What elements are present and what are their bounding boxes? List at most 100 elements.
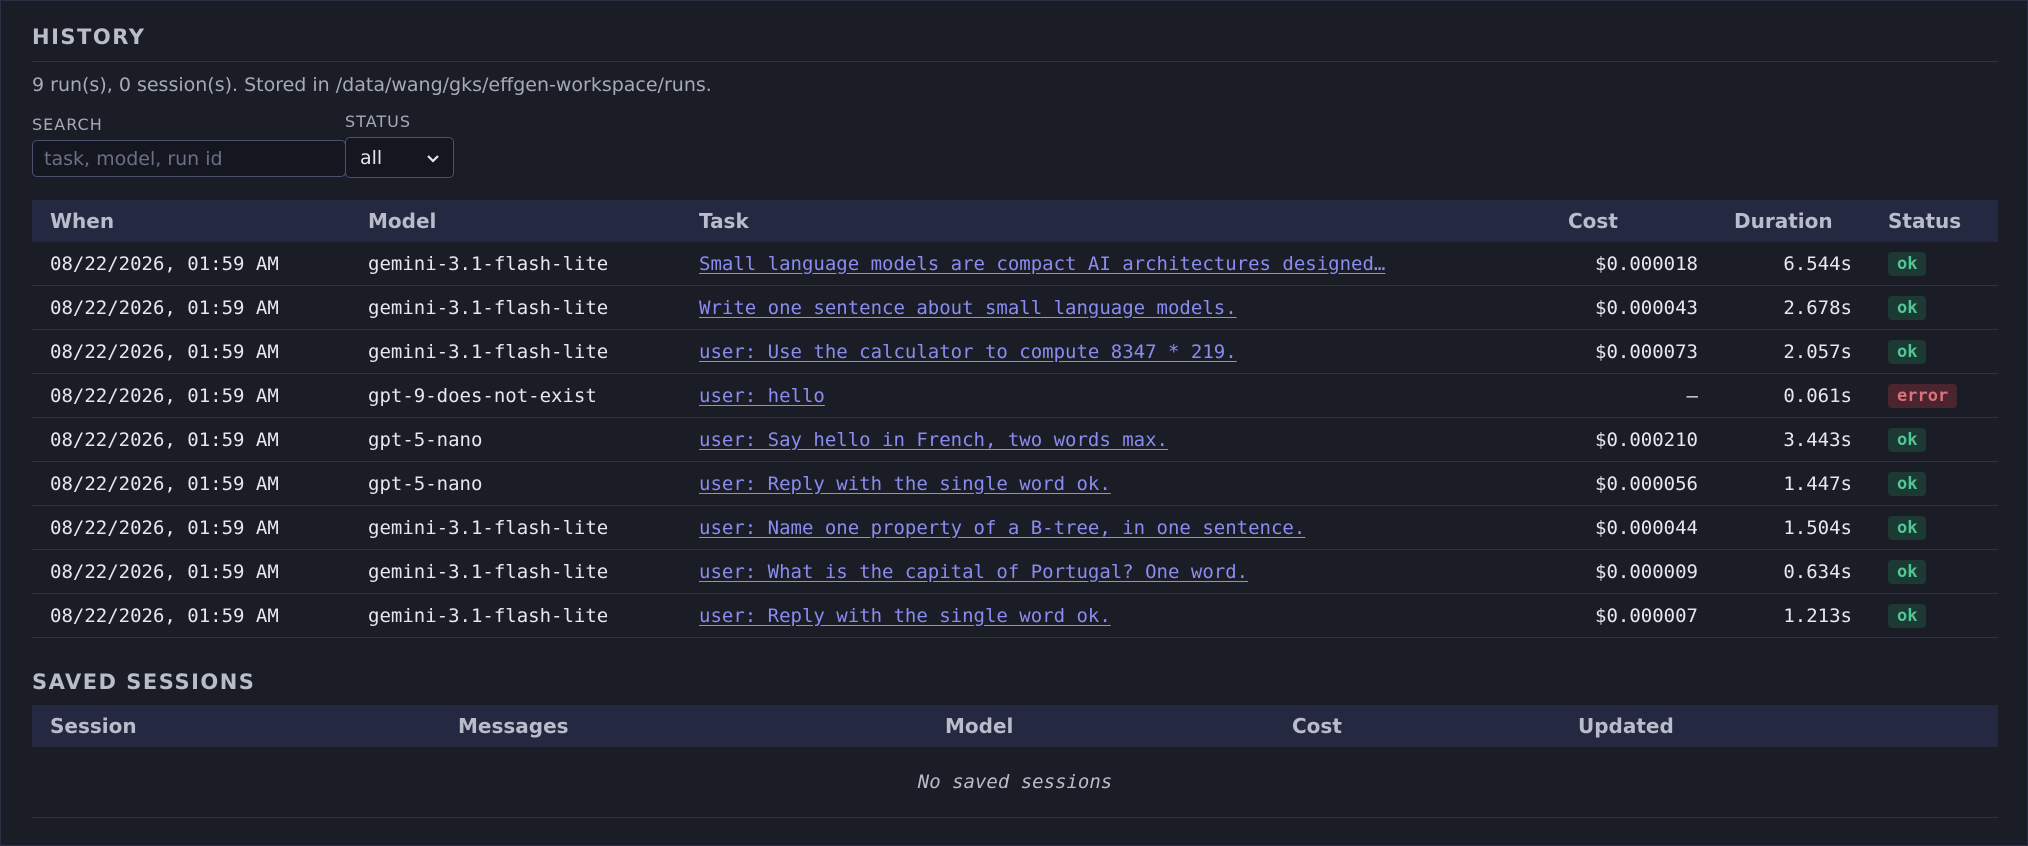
col-session-cost[interactable]: Cost xyxy=(1274,705,1560,747)
table-row[interactable]: 08/22/2026, 01:59 AM gemini-3.1-flash-lit… xyxy=(32,242,1998,286)
status-badge: ok xyxy=(1888,295,1927,320)
col-messages[interactable]: Messages xyxy=(440,705,927,747)
cell-duration: 6.544s xyxy=(1716,242,1870,286)
task-link[interactable]: user: What is the capital of Portugal? O… xyxy=(699,561,1248,583)
cell-model: gemini-3.1-flash-lite xyxy=(350,593,681,638)
status-select[interactable]: all xyxy=(345,137,454,178)
task-link[interactable]: user: Use the calculator to compute 8347… xyxy=(699,341,1237,363)
cell-duration: 1.447s xyxy=(1716,461,1870,506)
history-summary: 9 run(s), 0 session(s). Stored in /data/… xyxy=(32,74,712,96)
col-duration[interactable]: Duration xyxy=(1716,200,1870,242)
sessions-empty-row: No saved sessions xyxy=(32,747,1998,818)
cell-status: error xyxy=(1870,373,1998,418)
task-link[interactable]: user: Reply with the single word ok. xyxy=(699,473,1111,495)
cell-task: user: What is the capital of Portugal? O… xyxy=(681,549,1550,594)
cell-cost: $0.000056 xyxy=(1550,461,1716,506)
cell-when: 08/22/2026, 01:59 AM xyxy=(32,329,350,374)
cell-when: 08/22/2026, 01:59 AM xyxy=(32,549,350,594)
status-badge: error xyxy=(1888,383,1958,408)
cell-cost: $0.000210 xyxy=(1550,417,1716,462)
cell-model: gemini-3.1-flash-lite xyxy=(350,285,681,330)
cell-duration: 2.057s xyxy=(1716,329,1870,374)
cell-duration: 1.504s xyxy=(1716,505,1870,550)
cell-cost: $0.000043 xyxy=(1550,285,1716,330)
table-row[interactable]: 08/22/2026, 01:59 AM gemini-3.1-flash-lit… xyxy=(32,505,1998,550)
history-header-row: When Model Task Cost Duration Status xyxy=(32,200,1998,242)
cell-task: user: hello xyxy=(681,373,1550,418)
status-select-value: all xyxy=(360,146,383,169)
cell-model: gpt-5-nano xyxy=(350,417,681,462)
col-updated[interactable]: Updated xyxy=(1560,705,1998,747)
status-badge: ok xyxy=(1888,251,1927,276)
history-table: When Model Task Cost Duration Status 08/… xyxy=(32,200,1998,638)
status-badge: ok xyxy=(1888,339,1927,364)
cell-duration: 0.061s xyxy=(1716,373,1870,418)
cell-status: ok xyxy=(1870,505,1998,550)
history-table-body: 08/22/2026, 01:59 AM gemini-3.1-flash-lit… xyxy=(32,242,1998,638)
cell-when: 08/22/2026, 01:59 AM xyxy=(32,373,350,418)
cell-model: gemini-3.1-flash-lite xyxy=(350,505,681,550)
status-badge: ok xyxy=(1888,427,1927,452)
cell-cost: $0.000073 xyxy=(1550,329,1716,374)
cell-cost: $0.000007 xyxy=(1550,593,1716,638)
cell-task: Small language models are compact AI arc… xyxy=(681,242,1550,286)
cell-status: ok xyxy=(1870,417,1998,462)
table-row[interactable]: 08/22/2026, 01:59 AM gemini-3.1-flash-lit… xyxy=(32,593,1998,638)
col-status[interactable]: Status xyxy=(1870,200,1998,242)
cell-when: 08/22/2026, 01:59 AM xyxy=(32,461,350,506)
cell-cost: $0.000018 xyxy=(1550,242,1716,286)
task-link[interactable]: Write one sentence about small language … xyxy=(699,297,1237,319)
cell-model: gemini-3.1-flash-lite xyxy=(350,329,681,374)
status-badge: ok xyxy=(1888,471,1927,496)
cell-status: ok xyxy=(1870,285,1998,330)
cell-status: ok xyxy=(1870,461,1998,506)
cell-model: gpt-9-does-not-exist xyxy=(350,373,681,418)
chevron-down-icon xyxy=(427,149,439,167)
cell-when: 08/22/2026, 01:59 AM xyxy=(32,593,350,638)
col-when[interactable]: When xyxy=(32,200,350,242)
cell-task: user: Reply with the single word ok. xyxy=(681,461,1550,506)
task-link[interactable]: user: Reply with the single word ok. xyxy=(699,605,1111,627)
table-row[interactable]: 08/22/2026, 01:59 AM gpt-5-nano user: Repl… xyxy=(32,461,1998,506)
cell-task: user: Name one property of a B-tree, in … xyxy=(681,505,1550,550)
col-cost[interactable]: Cost xyxy=(1550,200,1716,242)
task-link[interactable]: user: Name one property of a B-tree, in … xyxy=(699,517,1305,539)
cell-when: 08/22/2026, 01:59 AM xyxy=(32,505,350,550)
table-row[interactable]: 08/22/2026, 01:59 AM gemini-3.1-flash-lit… xyxy=(32,285,1998,330)
col-task[interactable]: Task xyxy=(681,200,1550,242)
cell-task: user: Reply with the single word ok. xyxy=(681,593,1550,638)
sessions-table: Session Messages Model Cost Updated No s… xyxy=(32,705,1998,818)
status-badge: ok xyxy=(1888,603,1927,628)
sessions-title: SAVED SESSIONS xyxy=(32,670,256,694)
history-title: HISTORY xyxy=(32,25,146,49)
search-input[interactable] xyxy=(32,140,346,177)
col-session[interactable]: Session xyxy=(32,705,440,747)
cell-cost: $0.000009 xyxy=(1550,549,1716,594)
cell-task: user: Say hello in French, two words max… xyxy=(681,417,1550,462)
cell-duration: 0.634s xyxy=(1716,549,1870,594)
col-session-model[interactable]: Model xyxy=(927,705,1274,747)
table-row[interactable]: 08/22/2026, 01:59 AM gpt-9-does-not-exist… xyxy=(32,373,1998,418)
empty-sessions-message: No saved sessions xyxy=(32,747,1998,818)
cell-status: ok xyxy=(1870,242,1998,286)
status-badge: ok xyxy=(1888,559,1927,584)
status-label: STATUS xyxy=(345,112,412,131)
table-row[interactable]: 08/22/2026, 01:59 AM gemini-3.1-flash-lit… xyxy=(32,329,1998,374)
cell-when: 08/22/2026, 01:59 AM xyxy=(32,242,350,286)
sessions-header-row: Session Messages Model Cost Updated xyxy=(32,705,1998,747)
cell-cost: $0.000044 xyxy=(1550,505,1716,550)
cell-status: ok xyxy=(1870,549,1998,594)
cell-when: 08/22/2026, 01:59 AM xyxy=(32,417,350,462)
task-link[interactable]: Small language models are compact AI arc… xyxy=(699,253,1385,275)
task-link[interactable]: user: Say hello in French, two words max… xyxy=(699,429,1168,451)
cell-model: gemini-3.1-flash-lite xyxy=(350,549,681,594)
table-row[interactable]: 08/22/2026, 01:59 AM gemini-3.1-flash-lit… xyxy=(32,549,1998,594)
cell-task: user: Use the calculator to compute 8347… xyxy=(681,329,1550,374)
search-label: SEARCH xyxy=(32,115,103,134)
cell-status: ok xyxy=(1870,329,1998,374)
task-link[interactable]: user: hello xyxy=(699,385,825,407)
table-row[interactable]: 08/22/2026, 01:59 AM gpt-5-nano user: Say … xyxy=(32,417,1998,462)
col-model[interactable]: Model xyxy=(350,200,681,242)
cell-duration: 1.213s xyxy=(1716,593,1870,638)
cell-when: 08/22/2026, 01:59 AM xyxy=(32,285,350,330)
